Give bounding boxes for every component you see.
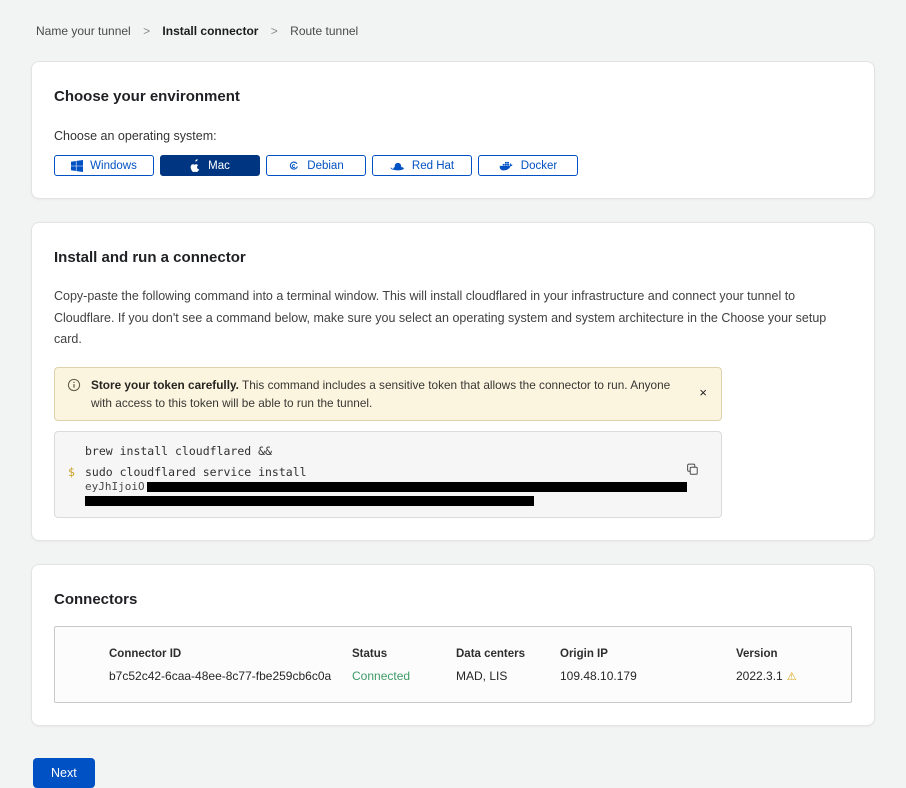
breadcrumb-step-route-tunnel[interactable]: Route tunnel (290, 24, 358, 38)
os-button-group: Windows Mac Debian Red Hat Docker (54, 155, 852, 176)
os-button-label: Docker (521, 160, 557, 172)
install-instructions: Copy-paste the following command into a … (54, 286, 849, 351)
connectors-table: Connector ID Status Data centers Origin … (54, 626, 852, 703)
connector-origin-ip-cell: 109.48.10.179 (560, 669, 736, 683)
copy-icon (686, 464, 699, 479)
version-warning-icon: ⚠ (787, 671, 797, 683)
breadcrumb-step-name-your-tunnel[interactable]: Name your tunnel (36, 24, 131, 38)
shell-prompt: $ (68, 465, 75, 480)
column-header-connector-id: Connector ID (109, 648, 352, 660)
info-icon (67, 378, 81, 392)
column-header-origin-ip: Origin IP (560, 648, 736, 660)
column-header-status: Status (352, 648, 456, 660)
windows-icon (71, 160, 83, 172)
os-button-label: Red Hat (412, 160, 454, 172)
os-button-label: Mac (208, 160, 230, 172)
connector-data-centers-cell: MAD, LIS (456, 669, 560, 683)
connectors-card-title: Connectors (54, 591, 852, 608)
install-card: Install and run a connector Copy-paste t… (31, 222, 875, 541)
install-command-block: brew install cloudflared && $sudo cloudf… (54, 431, 722, 518)
apple-icon (190, 159, 201, 172)
redacted-token-bar (147, 482, 687, 492)
os-button-docker[interactable]: Docker (478, 155, 578, 176)
breadcrumb: Name your tunnel > Install connector > R… (0, 0, 906, 38)
environment-card-title: Choose your environment (54, 88, 852, 105)
os-button-windows[interactable]: Windows (54, 155, 154, 176)
command-line-1: brew install cloudflared && (85, 444, 677, 459)
token-prefix: eyJhIjoiO (85, 480, 145, 493)
close-warning-button[interactable]: × (695, 384, 711, 401)
token-line: eyJhIjoiO (85, 481, 677, 493)
os-button-mac[interactable]: Mac (160, 155, 260, 176)
command-line-2: $sudo cloudflared service install (85, 465, 677, 480)
os-button-label: Windows (90, 160, 137, 172)
os-button-debian[interactable]: Debian (266, 155, 366, 176)
os-select-label: Choose an operating system: (54, 129, 852, 143)
os-button-label: Debian (307, 160, 343, 172)
command-line-2-text: sudo cloudflared service install (85, 465, 307, 479)
column-header-version: Version (736, 648, 851, 660)
connector-version-value: 2022.3.1 (736, 669, 783, 683)
token-line-2 (85, 495, 677, 506)
debian-icon (288, 160, 300, 172)
column-header-data-centers: Data centers (456, 648, 560, 660)
close-icon: × (699, 385, 707, 400)
redacted-token-bar (85, 496, 534, 506)
breadcrumb-separator: > (143, 24, 150, 38)
connector-id-cell: b7c52c42-6caa-48ee-8c77-fbe259cb6c0a (109, 669, 352, 683)
breadcrumb-step-install-connector[interactable]: Install connector (162, 24, 258, 38)
breadcrumb-separator: > (271, 24, 278, 38)
token-warning-title: Store your token carefully. (91, 378, 239, 392)
token-warning-banner: Store your token carefully. This command… (54, 367, 722, 422)
redhat-icon (390, 161, 405, 171)
token-warning-text: Store your token carefully. This command… (91, 376, 685, 413)
docker-icon (499, 160, 514, 171)
next-button[interactable]: Next (33, 758, 95, 788)
install-card-title: Install and run a connector (54, 249, 852, 266)
connector-version-cell: 2022.3.1 ⚠ (736, 669, 851, 683)
copy-command-button[interactable] (684, 461, 701, 481)
connectors-card: Connectors Connector ID Status Data cent… (31, 564, 875, 726)
os-button-redhat[interactable]: Red Hat (372, 155, 472, 176)
connector-status-cell: Connected (352, 669, 456, 683)
environment-card: Choose your environment Choose an operat… (31, 61, 875, 199)
